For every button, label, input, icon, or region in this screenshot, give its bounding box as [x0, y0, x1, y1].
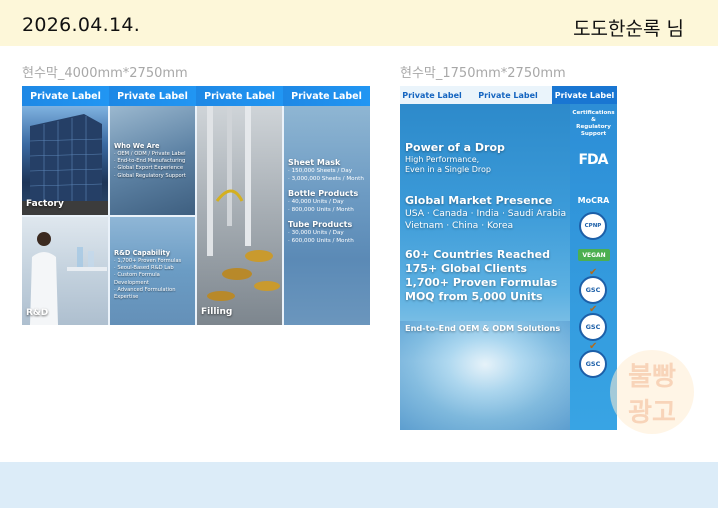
product-lines: 30,000 Units / Day 600,000 Units / Month	[288, 229, 364, 245]
footer-bar	[0, 462, 718, 508]
power-subtitle-2: Even in a Single Drop	[405, 165, 491, 174]
watermark-line-1: 불빵	[628, 362, 676, 392]
watermark-stamp: 불빵 광고	[610, 350, 694, 434]
banner2-tab-2: Private Label	[464, 86, 552, 104]
end-to-end-solutions: End-to-End OEM & ODM Solutions	[405, 323, 561, 333]
global-title: Global Market Presence	[405, 194, 553, 207]
banner1-tab-4: Private Label	[283, 86, 370, 106]
rnd-capability-title: R&D Capability	[114, 249, 171, 257]
filling-photo: Filling	[197, 106, 282, 325]
banner1-tab-3: Private Label	[196, 86, 283, 106]
stat-formulas: 1,700+ Proven Formulas	[405, 276, 558, 289]
vegan-badge-icon: VEGAN	[578, 249, 610, 261]
rnd-label: R&D	[26, 308, 49, 318]
who-we-are-list: OEM / ODM / Private Label End-to-End Man…	[114, 151, 186, 180]
banner1-tab-1: Private Label	[22, 86, 109, 106]
cert-title-line: Regulatory	[576, 124, 611, 130]
header-bar: 2026.04.14. 도도한순록 님	[0, 0, 718, 46]
product-lines: 40,000 Units / Day 800,000 Units / Month	[288, 198, 364, 214]
banner2-size-label: 현수막_1750mm*2750mm	[400, 66, 566, 81]
cpnp-badge-icon: CPNP	[579, 212, 607, 240]
product-lines: 150,000 Sheets / Day 3,000,000 Sheets / …	[288, 167, 364, 183]
filling-label: Filling	[201, 307, 233, 317]
product-title: Tube Products	[288, 220, 353, 229]
banner2-tab-3: Private Label	[552, 86, 617, 104]
product-title: Sheet Mask	[288, 158, 341, 167]
stat-countries: 60+ Countries Reached	[405, 248, 550, 261]
fda-logo: FDA	[578, 152, 608, 168]
cert-title-line: Support	[580, 131, 607, 137]
gsc-badge-icon: GSC	[579, 276, 607, 304]
who-we-are-panel: Who We Are OEM / ODM / Private Label End…	[110, 106, 195, 215]
banner2-tab-1: Private Label	[400, 86, 464, 104]
rnd-capability-panel: R&D Capability 1,700+ Proven Formulas Se…	[110, 217, 195, 325]
product-line: 600,000 Units / Month	[288, 237, 364, 245]
banner2-preview: Private Label Private Label Private Labe…	[400, 86, 617, 430]
who-item: Global Regulatory Support	[114, 173, 186, 180]
product-line: 30,000 Units / Day	[288, 229, 364, 237]
rnd-item: Advanced Formulation Expertise	[114, 287, 195, 301]
rnd-photo: R&D	[22, 217, 108, 325]
power-title: Power of a Drop	[405, 141, 505, 154]
who-we-are-title: Who We Are	[114, 142, 160, 150]
banner1-preview: Private Label Private Label Private Labe…	[22, 86, 370, 325]
factory-photo: Factory	[22, 106, 108, 215]
page: 2026.04.14. 도도한순록 님 현수막_4000mm*2750mm Pr…	[0, 0, 718, 508]
global-countries-2: Vietnam · China · Korea	[405, 220, 514, 231]
rnd-capability-list: 1,700+ Proven Formulas Seoul-Based R&D L…	[114, 258, 195, 301]
product-line: 150,000 Sheets / Day	[288, 167, 364, 175]
factory-label: Factory	[26, 199, 64, 209]
water-drop-illustration	[400, 321, 570, 430]
banner1-tab-2: Private Label	[109, 86, 196, 106]
product-line: 3,000,000 Sheets / Month	[288, 175, 364, 183]
who-item: Global Export Experience	[114, 165, 186, 172]
product-line: 40,000 Units / Day	[288, 198, 364, 206]
cert-title-line: &	[591, 117, 596, 123]
cert-title-line: Certifications	[572, 110, 615, 116]
document-date: 2026.04.14.	[22, 14, 141, 36]
gsc-badge-icon: GSC	[579, 313, 607, 341]
rnd-item: Custom Formula Development	[114, 272, 195, 286]
stat-clients: 175+ Global Clients	[405, 262, 527, 275]
watermark-line-2: 광고	[628, 398, 676, 428]
power-subtitle-1: High Performance,	[405, 155, 480, 164]
gsc-badge-icon: GSC	[579, 350, 607, 378]
mocra-logo: MoCRA	[577, 196, 610, 205]
client-name: 도도한순록 님	[573, 18, 684, 40]
product-title: Bottle Products	[288, 189, 359, 198]
product-line: 800,000 Units / Month	[288, 206, 364, 214]
stat-moq: MOQ from 5,000 Units	[405, 290, 543, 303]
certifications-title: Certifications & Regulatory Support	[570, 110, 617, 138]
banner1-size-label: 현수막_4000mm*2750mm	[22, 66, 188, 81]
filling-machine-illustration	[207, 106, 280, 301]
products-panel: Sheet Mask 150,000 Sheets / Day 3,000,00…	[284, 106, 370, 325]
global-countries-1: USA · Canada · India · Saudi Arabia	[405, 208, 567, 219]
products-list: Sheet Mask 150,000 Sheets / Day 3,000,00…	[288, 152, 364, 245]
